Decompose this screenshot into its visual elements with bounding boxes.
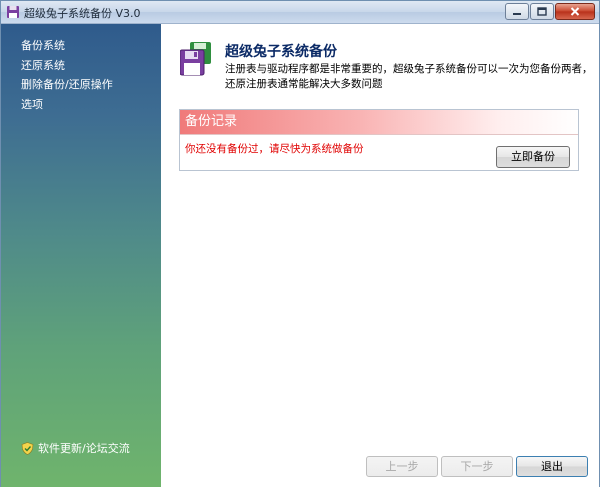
close-button[interactable] xyxy=(555,3,595,20)
close-icon xyxy=(570,7,580,16)
page-title: 超级兔子系统备份 xyxy=(225,44,337,60)
title-bar[interactable]: 超级兔子系统备份 V3.0 xyxy=(1,1,599,24)
sidebar-item-options[interactable]: 选项 xyxy=(21,95,113,115)
maximize-icon xyxy=(537,7,547,16)
main-content: 超级兔子系统备份 注册表与驱动程序都是非常重要的，超级兔子系统备份可以一次为您备… xyxy=(161,24,599,487)
sidebar-item-delete-backup[interactable]: 删除备份/还原操作 xyxy=(21,75,113,95)
shield-icon xyxy=(21,441,34,455)
minimize-button[interactable] xyxy=(505,3,529,20)
previous-step-button[interactable]: 上一步 xyxy=(366,456,438,477)
minimize-icon xyxy=(513,12,521,15)
app-window: 超级兔子系统备份 V3.0 备份系统 还原系统 删除备份/还原操作 选项 软件更… xyxy=(0,0,600,487)
sidebar-item-restore-system[interactable]: 还原系统 xyxy=(21,56,113,76)
backup-now-button[interactable]: 立即备份 xyxy=(496,146,570,168)
no-backup-message: 你还没有备份过，请尽快为系统做备份 xyxy=(185,143,364,155)
sidebar-nav: 备份系统 还原系统 删除备份/还原操作 选项 xyxy=(21,36,113,114)
update-forum-label: 软件更新/论坛交流 xyxy=(38,442,130,455)
backup-record-title: 备份记录 xyxy=(180,110,578,135)
window-title: 超级兔子系统备份 V3.0 xyxy=(24,7,141,20)
floppy-disk-icon xyxy=(7,6,19,18)
floppy-disks-icon xyxy=(180,42,211,76)
maximize-button[interactable] xyxy=(530,3,554,20)
window-controls xyxy=(504,3,595,20)
sidebar: 备份系统 还原系统 删除备份/还原操作 选项 软件更新/论坛交流 xyxy=(1,24,161,487)
backup-record-panel: 备份记录 你还没有备份过，请尽快为系统做备份 立即备份 xyxy=(179,109,579,171)
next-step-button[interactable]: 下一步 xyxy=(441,456,513,477)
update-forum-link[interactable]: 软件更新/论坛交流 xyxy=(21,440,130,456)
exit-button[interactable]: 退出 xyxy=(516,456,588,477)
page-description: 注册表与驱动程序都是非常重要的，超级兔子系统备份可以一次为您备份两者，还原注册表… xyxy=(225,63,593,90)
sidebar-item-backup-system[interactable]: 备份系统 xyxy=(21,36,113,56)
